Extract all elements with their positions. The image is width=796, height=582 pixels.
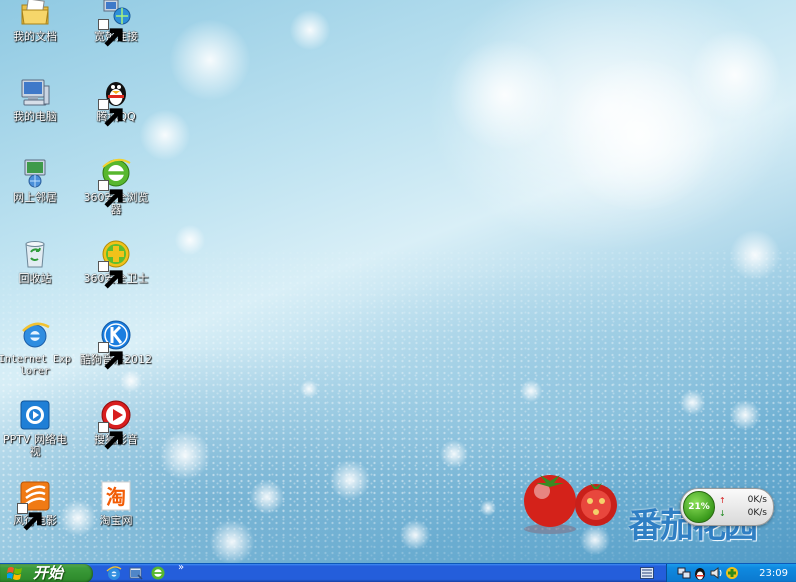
quicklaunch-360-browser[interactable] — [150, 565, 166, 581]
icon-label: 我的电脑 — [13, 110, 57, 123]
network-places-icon — [19, 157, 51, 189]
taobao-icon: 淘 — [100, 480, 132, 512]
tomato-icon — [524, 475, 617, 534]
qq-penguin-icon — [98, 76, 132, 127]
upload-speed-row: ↑ 0K/s — [719, 494, 769, 507]
icon-label: 回收站 — [18, 272, 52, 285]
shortcut-arrow-icon — [17, 503, 42, 531]
kugou-music-icon — [98, 319, 132, 370]
my-documents-icon — [19, 0, 51, 28]
tray-360-icon[interactable] — [725, 566, 739, 580]
windows-logo-icon — [7, 567, 22, 580]
desktop-icon-network-places[interactable]: 网上邻居 — [0, 157, 73, 204]
internet-explorer-icon — [19, 319, 51, 351]
pptv-icon — [19, 399, 51, 431]
desktop-icon-sohu-video[interactable]: 搜狐影音 — [78, 399, 154, 450]
start-button[interactable]: 开始 — [0, 564, 93, 582]
tray-qq-icon[interactable] — [693, 566, 707, 580]
taskbar-clock[interactable]: 23:09 — [759, 564, 788, 582]
start-label: 开始 — [33, 564, 64, 582]
shortcut-arrow-icon — [98, 180, 123, 208]
taskbar[interactable]: 开始 » 23:09 — [0, 562, 796, 582]
desktop-icon-pptv[interactable]: PPTV 网络电视 — [0, 399, 73, 458]
desktop[interactable]: 我的文档 我的电脑 网上邻居 回收站 Internet Explorer PPT… — [0, 0, 796, 582]
desktop-icon-my-documents[interactable]: 我的文档 — [0, 0, 73, 43]
360-browser-icon — [98, 157, 132, 208]
desktop-icon-my-computer[interactable]: 我的电脑 — [0, 76, 73, 123]
broadband-connection-icon — [98, 0, 132, 47]
show-desktop-icon — [129, 567, 143, 580]
shortcut-arrow-icon — [98, 261, 123, 289]
funshion-icon — [17, 480, 51, 531]
svg-text:淘: 淘 — [106, 485, 126, 509]
tray-sound-icon[interactable] — [709, 566, 723, 580]
desktop-icon-360-browser[interactable]: 360安全浏览器 — [78, 157, 154, 216]
language-bar-icon[interactable] — [640, 567, 654, 579]
shortcut-arrow-icon — [98, 342, 123, 370]
desktop-icon-funshion[interactable]: 风行电影 — [0, 480, 73, 531]
desktop-icon-internet-explorer[interactable]: Internet Explorer — [0, 319, 73, 378]
quicklaunch-more-button[interactable]: » — [178, 562, 184, 573]
upload-speed: 0K/s — [747, 495, 767, 505]
desktop-icon-recycle-bin[interactable]: 回收站 — [0, 238, 73, 285]
icon-label: PPTV 网络电视 — [2, 433, 67, 458]
desktop-icon-kugou-music[interactable]: 酷狗音乐2012 — [78, 319, 154, 370]
desktop-icon-qq[interactable]: 腾讯QQ — [78, 76, 154, 127]
sohu-video-icon — [98, 399, 132, 450]
icon-label: 网上邻居 — [13, 191, 57, 204]
network-monitor-widget[interactable]: 21% ↑ 0K/s ↓ 0K/s — [680, 488, 774, 526]
shortcut-arrow-icon — [98, 422, 123, 450]
quicklaunch-internet-explorer[interactable] — [106, 565, 122, 581]
desktop-icon-broadband-connection[interactable]: 宽带连接 — [78, 0, 154, 47]
360-browser-icon — [151, 566, 165, 580]
cpu-usage-indicator: 21% — [683, 491, 715, 523]
icon-label: 我的文档 — [13, 30, 57, 43]
my-computer-icon — [19, 76, 51, 108]
360-safeguard-icon — [98, 238, 132, 289]
internet-explorer-icon — [106, 566, 122, 580]
upload-arrow-icon: ↑ — [719, 496, 726, 505]
quicklaunch-show-desktop[interactable] — [128, 565, 144, 581]
download-arrow-icon: ↓ — [719, 509, 726, 518]
shortcut-arrow-icon — [98, 99, 123, 127]
desktop-icon-taobao[interactable]: 淘 淘宝网 — [78, 480, 154, 527]
icon-label: 淘宝网 — [99, 514, 133, 527]
tray-network-icon[interactable] — [677, 566, 691, 580]
desktop-icon-360-safeguard[interactable]: 360安全卫士 — [78, 238, 154, 289]
download-speed-row: ↓ 0K/s — [719, 507, 769, 520]
icon-label: Internet Explorer — [0, 354, 72, 377]
recycle-bin-icon — [19, 238, 51, 270]
download-speed: 0K/s — [747, 508, 767, 518]
system-tray: 23:09 — [666, 564, 796, 582]
shortcut-arrow-icon — [98, 19, 123, 47]
